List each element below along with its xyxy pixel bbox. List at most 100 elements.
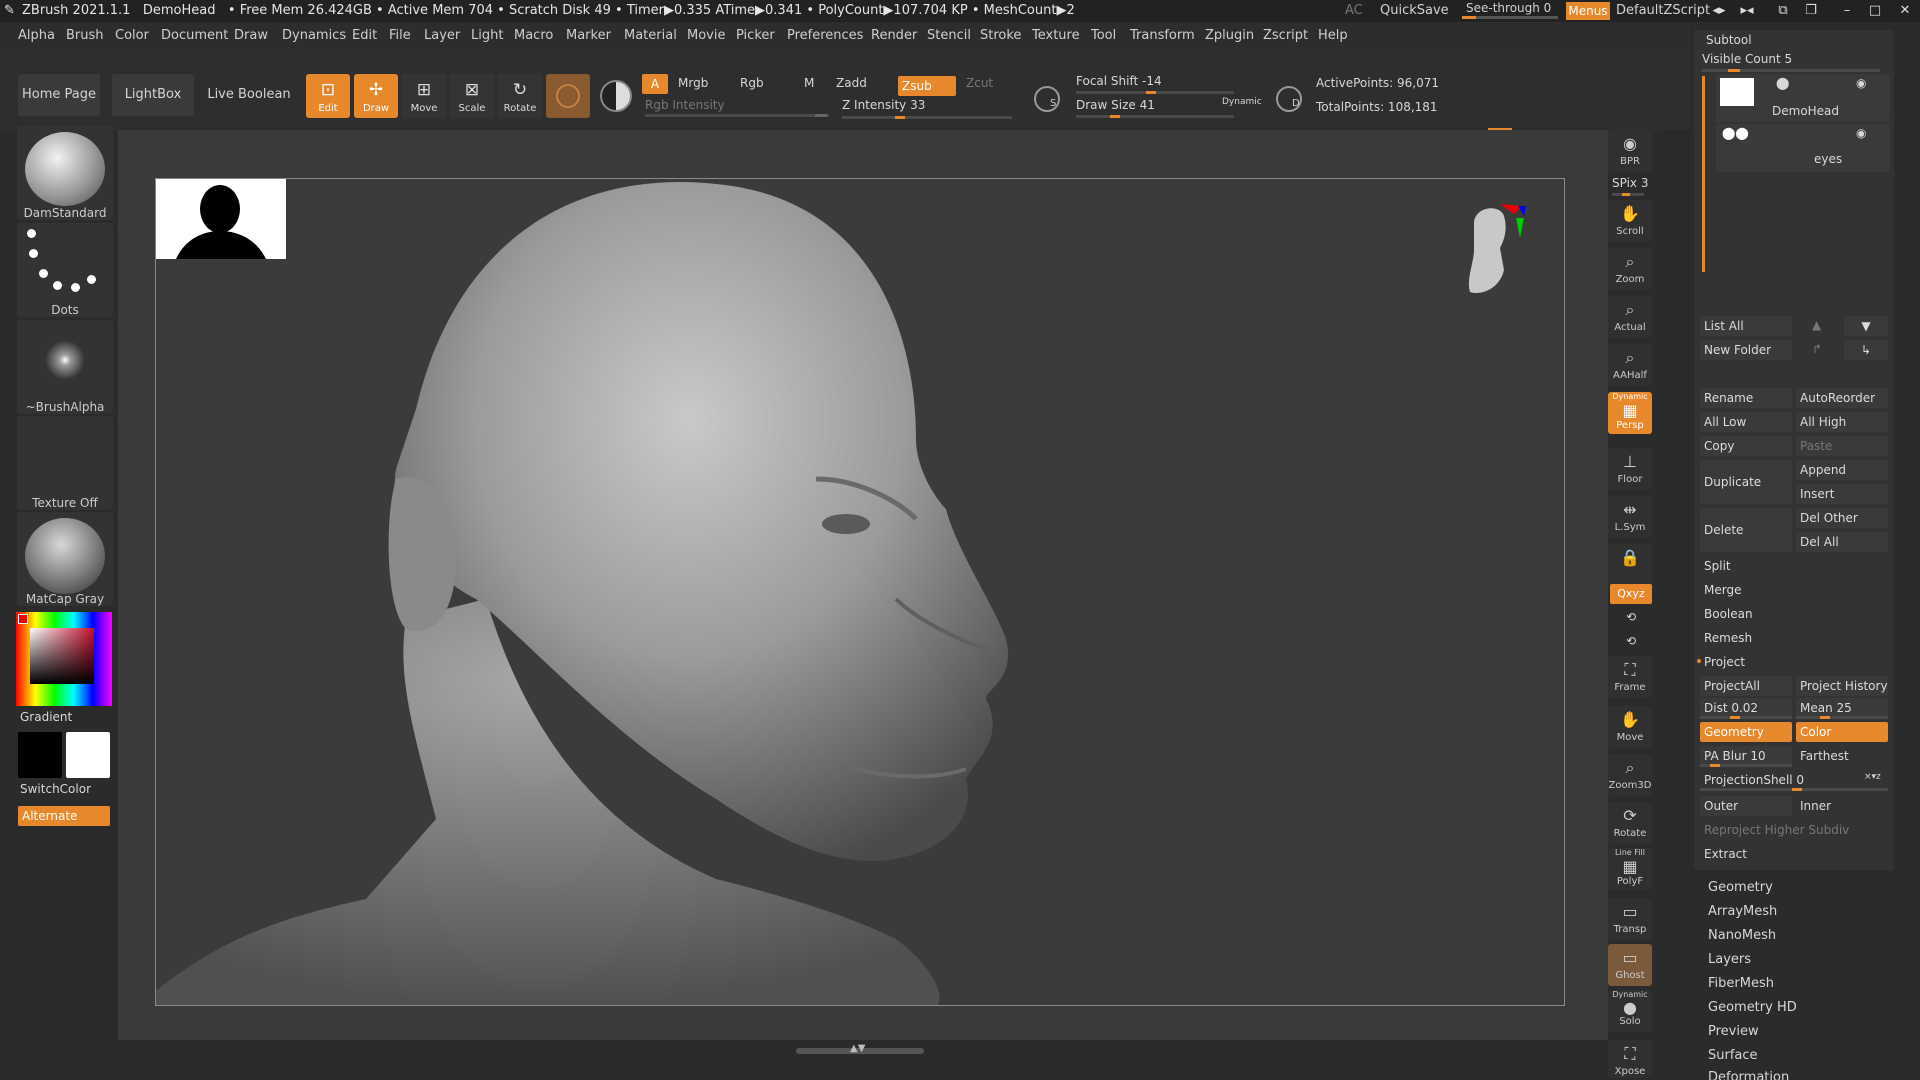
window-restore-icon[interactable]: ❐ — [1798, 0, 1824, 22]
extract-section[interactable]: Extract — [1700, 844, 1892, 864]
lazy-mouse-s-icon[interactable]: S — [1034, 86, 1060, 112]
rotate-view-button[interactable]: ⟳ Rotate — [1608, 802, 1652, 844]
gradient-label[interactable]: Gradient — [20, 710, 72, 724]
scale-mode-button[interactable]: ⊠ Scale — [450, 74, 494, 118]
tool-menu-deformation[interactable]: Deformation — [1708, 1070, 1789, 1080]
zoom3d-button[interactable]: ⌕ Zoom3D — [1608, 754, 1652, 796]
material-thumbnail[interactable]: MatCap Gray — [17, 512, 113, 606]
remesh-section[interactable]: Remesh — [1700, 628, 1892, 648]
eye-visibility-icon[interactable]: ◉ — [1856, 76, 1866, 90]
menu-zscript[interactable]: Zscript — [1263, 28, 1308, 43]
projection-shell-slider[interactable]: ProjectionShell 0 — [1700, 770, 1870, 790]
transparent-button[interactable]: ▭ Transp — [1608, 898, 1652, 940]
subtool-item-demohead[interactable]: DemoHead ⬤ ◉ — [1716, 74, 1890, 122]
minimize-icon[interactable]: – — [1834, 0, 1860, 22]
brush-thumbnail[interactable]: DamStandard — [17, 126, 113, 220]
actual-button[interactable]: ⌕ Actual — [1608, 296, 1652, 338]
move-up-arrow-icon[interactable]: ▲ — [1812, 318, 1821, 332]
zcut-toggle[interactable]: Zcut — [966, 76, 993, 90]
move-mode-button[interactable]: ⊞ Move — [402, 74, 446, 118]
bpr-button[interactable]: ◉ BPR — [1608, 130, 1652, 172]
main-color-swatch[interactable] — [18, 732, 62, 778]
switch-color-button[interactable]: SwitchColor — [20, 782, 91, 796]
stroke-thumbnail[interactable]: Dots — [17, 223, 113, 317]
draw-size-slider[interactable] — [1076, 115, 1234, 118]
menu-alpha[interactable]: Alpha — [18, 28, 55, 43]
lock-button[interactable]: 🔒 — [1608, 544, 1652, 586]
subtool-header[interactable]: Subtool — [1706, 33, 1752, 47]
dist-slider[interactable]: Dist 0.02 — [1700, 698, 1792, 718]
ac-toggle[interactable]: AC — [1345, 0, 1363, 22]
focal-shift-slider[interactable] — [1076, 91, 1234, 94]
menu-layer[interactable]: Layer — [424, 28, 460, 43]
mean-slider[interactable]: Mean 25 — [1796, 698, 1888, 718]
close-icon[interactable]: ✕ — [1892, 0, 1918, 22]
eye-visibility-icon[interactable]: ◉ — [1856, 126, 1866, 140]
polyframe-button[interactable]: Line Fill ▦ PolyF — [1608, 848, 1652, 890]
new-folder-button[interactable]: New Folder — [1700, 340, 1792, 360]
frame-button[interactable]: ⛶ Frame — [1608, 656, 1652, 698]
geometry-toggle[interactable]: Geometry — [1700, 722, 1792, 742]
tool-menu-preview[interactable]: Preview — [1708, 1024, 1759, 1039]
auto-reorder-button[interactable]: AutoReorder — [1796, 388, 1888, 408]
farthest-toggle[interactable]: Farthest — [1796, 746, 1888, 766]
layout-next-icon[interactable]: ▸◂ — [1734, 0, 1760, 22]
menu-draw[interactable]: Draw — [234, 28, 268, 43]
color-picker[interactable] — [16, 612, 112, 706]
zadd-toggle[interactable]: Zadd — [836, 76, 867, 90]
default-zscript-button[interactable]: DefaultZScript — [1616, 0, 1710, 22]
spix-slider[interactable] — [1612, 193, 1644, 196]
pa-blur-slider[interactable]: PA Blur 10 — [1700, 746, 1792, 766]
subtool-scrollbar[interactable] — [1702, 76, 1705, 272]
see-through-slider[interactable] — [1462, 16, 1558, 19]
menu-edit[interactable]: Edit — [352, 28, 377, 43]
move-down-arrow-icon[interactable]: ▼ — [1844, 316, 1888, 336]
local-symmetry-button[interactable]: ⇹ L.Sym — [1608, 496, 1652, 538]
tool-menu-geometry[interactable]: Geometry — [1708, 880, 1773, 895]
window-layout-icon[interactable]: ⧉ — [1770, 0, 1796, 22]
merge-section[interactable]: Merge — [1700, 580, 1892, 600]
floor-button[interactable]: ⊥ Floor — [1608, 448, 1652, 490]
texture-thumbnail[interactable]: Texture Off — [17, 416, 113, 510]
secondary-color-swatch[interactable] — [66, 732, 110, 778]
xyz-options-icon[interactable]: ×▾z — [1864, 772, 1881, 782]
xpose-button[interactable]: ⛶ Xpose — [1608, 1040, 1652, 1078]
lightbox-button[interactable]: LightBox — [112, 74, 194, 116]
menu-light[interactable]: Light — [471, 28, 503, 43]
menu-movie[interactable]: Movie — [687, 28, 725, 43]
insert-button[interactable]: Insert — [1796, 484, 1888, 504]
a-toggle[interactable]: A — [642, 74, 668, 94]
outer-toggle[interactable]: Outer — [1700, 796, 1792, 816]
copy-button[interactable]: Copy — [1700, 436, 1792, 456]
rotate-mode-button[interactable]: ↻ Rotate — [498, 74, 542, 118]
scroll-button[interactable]: ✋ Scroll — [1608, 200, 1652, 242]
rename-button[interactable]: Rename — [1700, 388, 1792, 408]
folder-down-icon[interactable]: ↳ — [1844, 340, 1888, 360]
menu-brush[interactable]: Brush — [66, 28, 104, 43]
split-section[interactable]: Split — [1700, 556, 1892, 576]
list-all-button[interactable]: List All — [1700, 316, 1792, 336]
dynamic-size-toggle[interactable]: Dynamic — [1222, 97, 1262, 107]
menu-render[interactable]: Render — [871, 28, 917, 43]
tool-menu-arraymesh[interactable]: ArrayMesh — [1708, 904, 1777, 919]
all-low-button[interactable]: All Low — [1700, 412, 1792, 432]
tool-menu-geometry-hd[interactable]: Geometry HD — [1708, 1000, 1797, 1015]
zsub-toggle[interactable]: Zsub — [898, 76, 956, 96]
paste-button[interactable]: Paste — [1796, 436, 1888, 456]
polypaint-toggle-icon[interactable]: ⬤ — [1776, 76, 1789, 90]
subtool-item-eyes[interactable]: ⬤⬤ eyes ◉ — [1716, 124, 1890, 172]
del-all-button[interactable]: Del All — [1796, 532, 1888, 552]
zoom-button[interactable]: ⌕ Zoom — [1608, 248, 1652, 290]
menu-material[interactable]: Material — [624, 28, 677, 43]
project-section[interactable]: Project — [1700, 652, 1892, 672]
rgb-toggle[interactable]: Rgb — [740, 76, 764, 90]
menu-tool[interactable]: Tool — [1091, 28, 1116, 43]
menu-help[interactable]: Help — [1318, 28, 1348, 43]
duplicate-button[interactable]: Duplicate — [1700, 460, 1792, 504]
lazy-mouse-d-icon[interactable]: D — [1276, 86, 1302, 112]
color-swatch-icon[interactable] — [600, 80, 632, 112]
tool-menu-fibermesh[interactable]: FiberMesh — [1708, 976, 1774, 991]
menu-transform[interactable]: Transform — [1130, 28, 1195, 43]
alpha-thumbnail[interactable]: ~BrushAlpha — [17, 320, 113, 414]
aahalf-button[interactable]: ⌕ AAHalf — [1608, 344, 1652, 386]
